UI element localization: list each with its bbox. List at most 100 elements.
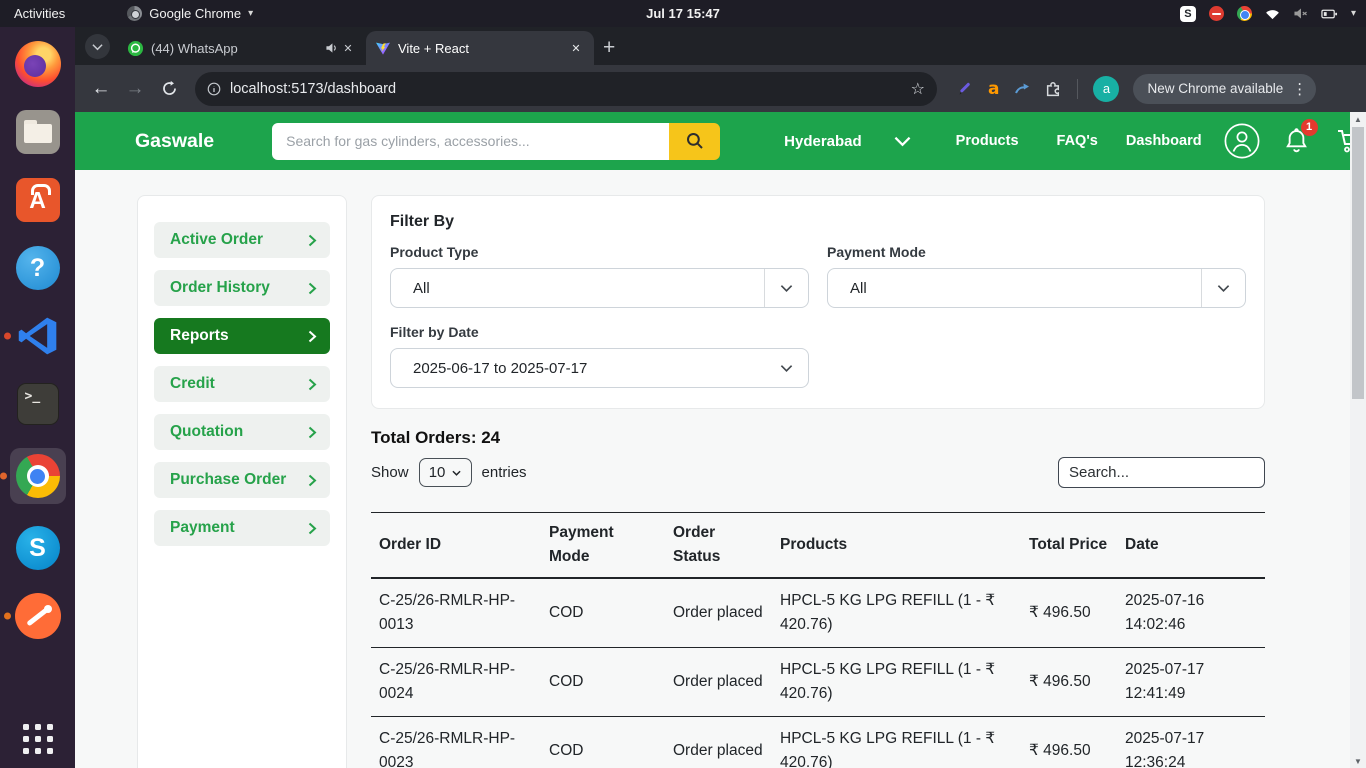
clock[interactable]: Jul 17 15:47 [646, 6, 720, 21]
sidebar-item-purchase-order[interactable]: Purchase Order [154, 462, 330, 498]
chrome-update-button[interactable]: New Chrome available ⋮ [1133, 74, 1316, 104]
col-order-status: Order Status [665, 513, 772, 579]
notifications-bell-icon[interactable]: 1 [1284, 128, 1309, 155]
tab-vite-react[interactable]: Vite + React ✕ [366, 31, 594, 65]
back-button[interactable]: ← [85, 73, 117, 105]
show-applications-button[interactable] [23, 724, 53, 754]
url-text[interactable]: localhost:5173/dashboard [230, 81, 902, 97]
volume-muted-icon[interactable] [1293, 7, 1308, 20]
site-nav: Hyderabad Products FAQ's Dashboard 1 [784, 123, 1366, 159]
page-size-value: 10 [429, 464, 446, 481]
reload-button[interactable] [153, 73, 185, 105]
tab-search-button[interactable] [85, 34, 110, 59]
colorpick-extension-icon[interactable] [957, 81, 973, 97]
cell-date: 2025-07-16 14:02:46 [1117, 578, 1265, 648]
nav-faq[interactable]: FAQ's [1057, 133, 1098, 149]
sidebar-item-label: Payment [170, 519, 235, 537]
chevron-down-icon [1201, 269, 1245, 307]
chevron-down-icon [764, 269, 808, 307]
scrollbar-up-arrow[interactable]: ▲ [1350, 112, 1366, 126]
address-bar[interactable]: localhost:5173/dashboard ☆ [195, 72, 937, 106]
chevron-down-icon [452, 470, 461, 476]
dock-files-icon[interactable] [14, 108, 62, 156]
scrollbar-thumb[interactable] [1352, 127, 1364, 399]
dock-chrome-icon[interactable] [10, 448, 66, 504]
payment-mode-select[interactable]: All [827, 268, 1246, 308]
wifi-icon[interactable] [1265, 8, 1280, 20]
tab-close-button[interactable]: ✕ [567, 39, 585, 57]
account-icon[interactable] [1224, 123, 1260, 159]
notification-dot [0, 473, 7, 480]
battery-icon[interactable] [1321, 8, 1338, 20]
dock: A ? >_ S [0, 27, 75, 768]
nav-dashboard[interactable]: Dashboard [1126, 133, 1202, 149]
tab-audio-icon[interactable] [325, 42, 339, 54]
dock-firefox-icon[interactable] [14, 40, 62, 88]
sidebar-item-quotation[interactable]: Quotation [154, 414, 330, 450]
chevron-down-icon[interactable] [894, 136, 911, 147]
date-filter-label: Filter by Date [390, 324, 809, 340]
app-menu[interactable]: Google Chrome ▾ [127, 6, 253, 21]
skype-tray-icon[interactable]: S [1180, 6, 1196, 22]
payment-mode-label: Payment Mode [827, 244, 1246, 260]
sidebar-item-payment[interactable]: Payment [154, 510, 330, 546]
dock-vscode-icon[interactable] [14, 312, 62, 360]
product-type-field: Product Type All [390, 244, 809, 308]
product-type-select[interactable]: All [390, 268, 809, 308]
desktop: Activities Google Chrome ▾ Jul 17 15:47 … [0, 0, 1366, 768]
arrow-extension-icon[interactable] [1014, 82, 1030, 96]
cell-total-price: ₹ 496.50 [1021, 717, 1117, 768]
tab-strip: (44) WhatsApp ✕ Vite + React ✕ + [75, 27, 1366, 65]
sidebar-item-reports[interactable]: Reports [154, 318, 330, 354]
chrome-tray-icon[interactable] [1237, 6, 1252, 21]
site-search [272, 123, 720, 160]
chevron-right-icon [308, 282, 317, 295]
scrollbar-down-arrow[interactable]: ▼ [1350, 754, 1366, 768]
do-not-disturb-icon[interactable] [1209, 6, 1224, 21]
site-search-button[interactable] [669, 123, 720, 160]
page-size-select[interactable]: 10 [419, 458, 472, 487]
extensions-puzzle-icon[interactable] [1045, 80, 1062, 97]
table-row: C-25/26-RMLR-HP-0013 COD Order placed HP… [371, 578, 1265, 648]
new-tab-button[interactable]: + [603, 37, 615, 58]
profile-avatar[interactable]: a [1093, 76, 1119, 102]
filter-card: Filter By Product Type All [371, 195, 1265, 409]
table-search-input[interactable] [1058, 457, 1265, 488]
site-info-icon[interactable] [207, 82, 221, 96]
tray-caret-icon[interactable]: ▾ [1351, 8, 1356, 19]
dock-help-icon[interactable]: ? [14, 244, 62, 292]
tab-whatsapp[interactable]: (44) WhatsApp ✕ [118, 31, 366, 65]
city-selector[interactable]: Hyderabad [784, 133, 862, 150]
browser-toolbar: ← → localhost:5173/dashboard ☆ a [75, 65, 1366, 112]
site-logo[interactable]: Gaswale [135, 130, 214, 153]
chevron-right-icon [308, 522, 317, 535]
cell-order-id: C-25/26-RMLR-HP-0013 [371, 578, 541, 648]
dock-skype-icon[interactable]: S [14, 524, 62, 572]
date-filter-value: 2025-06-17 to 2025-07-17 [391, 360, 764, 377]
date-filter-select[interactable]: 2025-06-17 to 2025-07-17 [390, 348, 809, 388]
dock-software-center-icon[interactable]: A [14, 176, 62, 224]
tab-title: (44) WhatsApp [151, 41, 318, 56]
dock-terminal-icon[interactable]: >_ [14, 380, 62, 428]
nav-products[interactable]: Products [956, 133, 1019, 149]
cell-order-id: C-25/26-RMLR-HP-0023 [371, 717, 541, 768]
sidebar-item-active-order[interactable]: Active Order [154, 222, 330, 258]
sidebar-item-credit[interactable]: Credit [154, 366, 330, 402]
site-search-input[interactable] [272, 123, 669, 160]
dashboard-sidebar: Active Order Order History Reports Credi… [137, 195, 347, 768]
forward-button[interactable]: → [119, 73, 151, 105]
sidebar-item-order-history[interactable]: Order History [154, 270, 330, 306]
cell-date: 2025-07-17 12:36:24 [1117, 717, 1265, 768]
col-total-price: Total Price [1021, 513, 1117, 579]
cell-total-price: ₹ 496.50 [1021, 578, 1117, 648]
sidebar-item-label: Quotation [170, 423, 243, 441]
chevron-down-icon [764, 349, 808, 387]
amazon-extension-icon[interactable]: a [988, 79, 999, 99]
bookmark-star-icon[interactable]: ☆ [911, 79, 925, 99]
browser-menu-icon[interactable]: ⋮ [1292, 80, 1307, 98]
cell-payment-mode: COD [541, 717, 665, 768]
activities-button[interactable]: Activities [14, 6, 65, 21]
product-type-value: All [391, 280, 764, 297]
tab-close-button[interactable]: ✕ [339, 39, 357, 57]
dock-postman-icon[interactable] [14, 592, 62, 640]
